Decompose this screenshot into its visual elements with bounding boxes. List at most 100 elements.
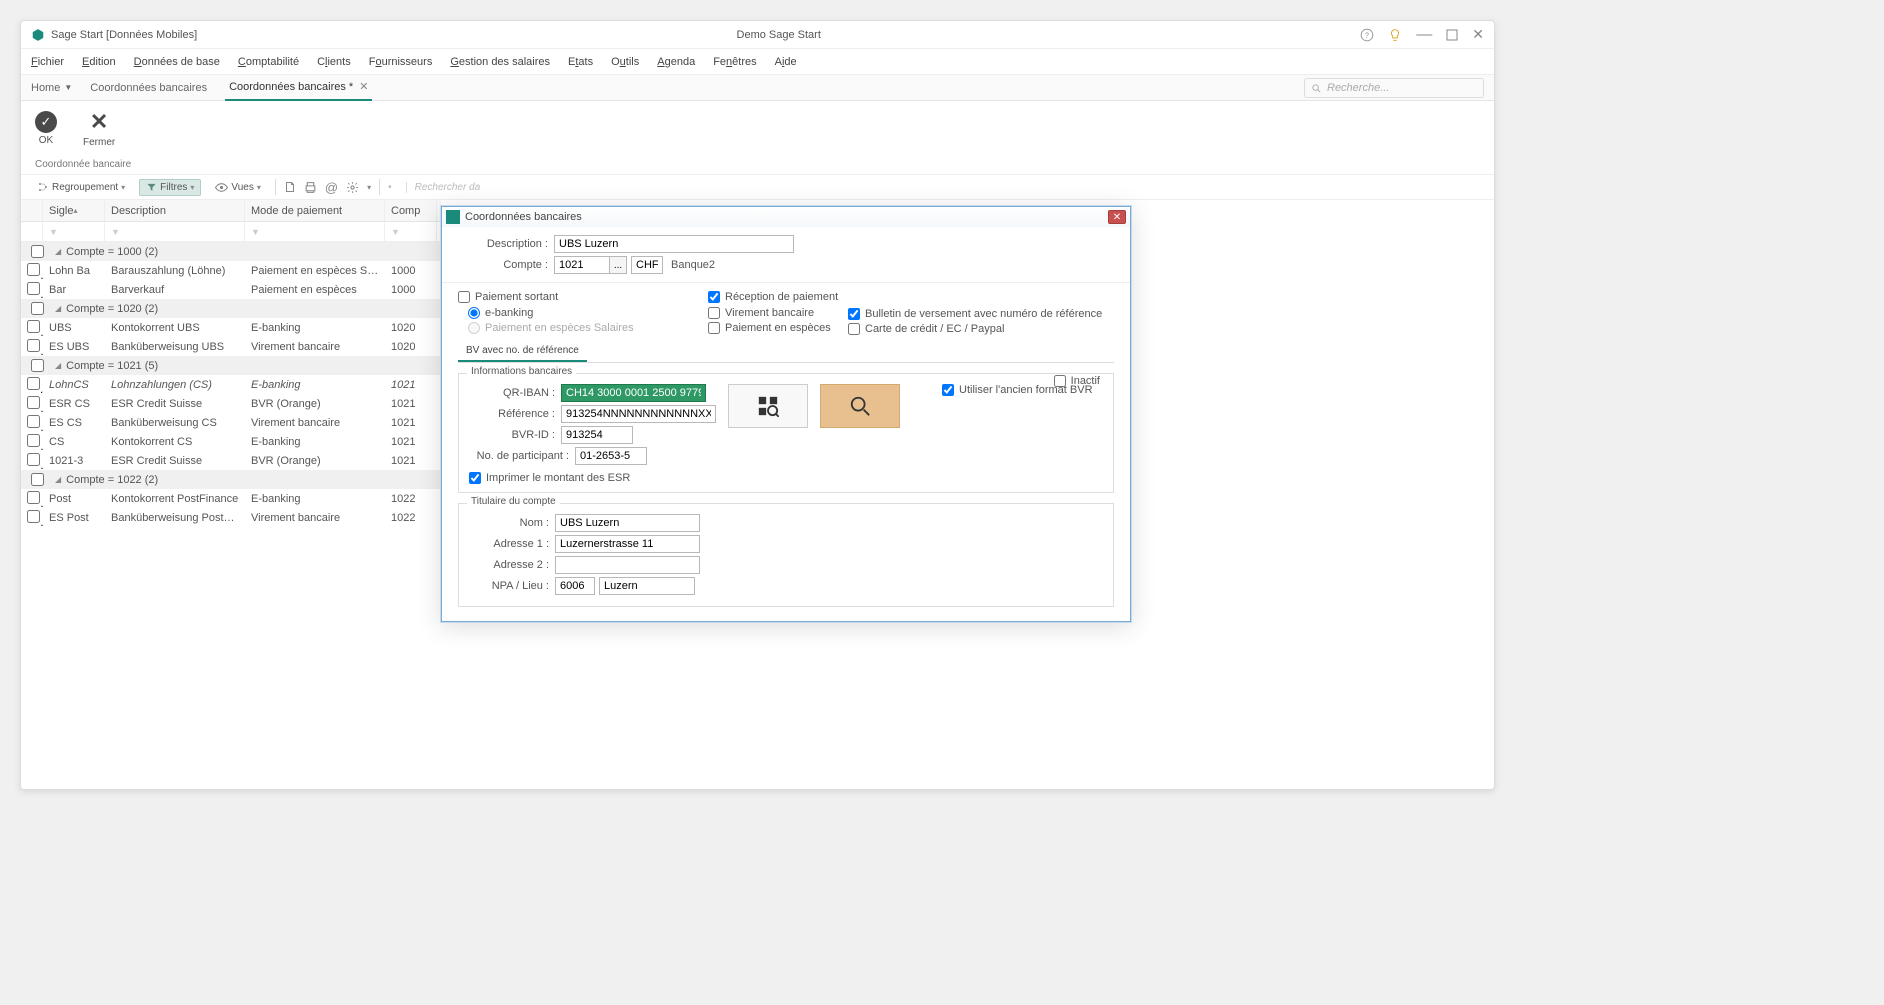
adresse2-input[interactable]	[555, 556, 700, 574]
minimize-button[interactable]: —	[1416, 26, 1432, 44]
reception-paiement-check[interactable]: Réception de paiement	[708, 291, 848, 303]
bank-details-dialog: Coordonnées bancaires ✕ Description : Co…	[441, 206, 1131, 622]
participant-label: No. de participant :	[469, 450, 569, 462]
menu-fournisseurs[interactable]: Fournisseurs	[369, 56, 433, 68]
data-grid: Sigle ▴ Description Mode de paiement Com…	[21, 200, 441, 527]
help-icon[interactable]: ?	[1360, 28, 1374, 42]
qr-slip-preview[interactable]	[728, 384, 808, 428]
table-row[interactable]: BarBarverkaufPaiement en espèces1000	[21, 280, 441, 299]
table-row[interactable]: CSKontokorrent CSE-banking1021	[21, 432, 441, 451]
tab-coord-bank[interactable]: Coordonnées bancaires	[86, 76, 211, 100]
titulaire-legend: Titulaire du compte	[467, 496, 560, 507]
tab-coord-bank-edit[interactable]: Coordonnées bancaires * ✕	[225, 74, 372, 101]
paiement-especes-check[interactable]: Paiement en espèces	[708, 322, 848, 334]
compte-lookup-button[interactable]: ...	[609, 256, 627, 274]
tab-close-icon[interactable]: ✕	[359, 80, 368, 93]
filter-icon[interactable]: ▼	[111, 227, 120, 237]
search-placeholder: Recherche...	[1327, 82, 1389, 94]
app-title: Sage Start [Données Mobiles]	[51, 29, 197, 41]
bulb-icon[interactable]	[1388, 28, 1402, 42]
reference-label: Référence :	[469, 408, 555, 420]
dialog-close-button[interactable]: ✕	[1108, 210, 1126, 224]
menu-aide[interactable]: Aide	[775, 56, 797, 68]
carte-credit-check[interactable]: Carte de crédit / EC / Paypal	[848, 323, 1102, 335]
subtab-bv-ref[interactable]: BV avec no. de référence	[458, 341, 587, 362]
col-mode[interactable]: Mode de paiement	[245, 200, 385, 221]
filter-icon[interactable]: ▼	[251, 227, 260, 237]
group-row[interactable]: ◢ Compte = 1000 (2)	[21, 242, 441, 261]
titulaire-section: Titulaire du compte Nom : Adresse 1 : Ad…	[458, 503, 1114, 607]
menu-etats[interactable]: Etats	[568, 56, 593, 68]
menu-edition[interactable]: Edition	[82, 56, 116, 68]
filter-icon[interactable]: ▼	[391, 227, 400, 237]
orange-slip-preview[interactable]	[820, 384, 900, 428]
paiement-sortant-check[interactable]: Paiement sortant	[458, 291, 708, 303]
filter-button[interactable]: Filtres▾	[139, 179, 201, 196]
bulletin-ref-check[interactable]: Bulletin de versement avec numéro de réf…	[848, 308, 1102, 320]
table-row[interactable]: ES UBSBanküberweisung UBSVirement bancai…	[21, 337, 441, 356]
table-row[interactable]: Lohn BaBarauszahlung (Löhne)Paiement en …	[21, 261, 441, 280]
global-search[interactable]: Recherche...	[1304, 78, 1484, 98]
table-row[interactable]: ES PostBanküberweisung PostFinanceVireme…	[21, 508, 441, 527]
group-row[interactable]: ◢ Compte = 1022 (2)	[21, 470, 441, 489]
menu-comptabilite[interactable]: Comptabilité	[238, 56, 299, 68]
svg-text:?: ?	[1365, 32, 1369, 39]
maximize-button[interactable]	[1446, 29, 1458, 41]
dialog-icon	[446, 210, 460, 224]
table-row[interactable]: ES CSBanküberweisung CSVirement bancaire…	[21, 413, 441, 432]
adresse1-input[interactable]	[555, 535, 700, 553]
imprimer-esr-check[interactable]: Imprimer le montant des ESR	[469, 472, 1103, 484]
menu-agenda[interactable]: Agenda	[657, 56, 695, 68]
action-bar: ✓ OK ✕ Fermer	[21, 101, 1494, 155]
window-controls: ? — ✕	[1360, 26, 1484, 44]
ancien-bvr-check[interactable]: Utiliser l'ancien format BVR	[942, 384, 1103, 396]
gear-icon[interactable]	[346, 181, 359, 194]
lieu-input[interactable]	[599, 577, 695, 595]
npa-input[interactable]	[555, 577, 595, 595]
close-button[interactable]: ✕	[1472, 26, 1484, 43]
menu-outils[interactable]: Outils	[611, 56, 639, 68]
close-action-button[interactable]: ✕ Fermer	[83, 109, 115, 148]
col-compte[interactable]: Comp	[385, 200, 437, 221]
table-row[interactable]: PostKontokorrent PostFinanceE-banking102…	[21, 489, 441, 508]
ebanking-radio[interactable]: e-banking	[468, 307, 708, 319]
at-icon[interactable]: @	[325, 180, 338, 195]
bvr-id-input[interactable]	[561, 426, 633, 444]
regroup-button[interactable]: Regroupement▾	[31, 179, 131, 195]
dialog-titlebar: Coordonnées bancaires ✕	[442, 207, 1130, 227]
description-input[interactable]	[554, 235, 794, 253]
currency-input[interactable]	[631, 256, 663, 274]
info-bancaires-section: Informations bancaires QR-IBAN : Référen…	[458, 373, 1114, 493]
group-row[interactable]: ◢ Compte = 1020 (2)	[21, 299, 441, 318]
table-row[interactable]: 1021-3ESR Credit SuisseBVR (Orange)1021	[21, 451, 441, 470]
qr-iban-input[interactable]	[561, 384, 706, 402]
app-window: Sage Start [Données Mobiles] Demo Sage S…	[20, 20, 1495, 790]
compte-input[interactable]	[554, 256, 610, 274]
toolbar-search[interactable]: Rechercher da	[406, 182, 486, 193]
ok-button[interactable]: ✓ OK	[35, 111, 57, 146]
menu-clients[interactable]: Clients	[317, 56, 351, 68]
group-row[interactable]: ◢ Compte = 1021 (5)	[21, 356, 441, 375]
menu-fenetres[interactable]: Fenêtres	[713, 56, 756, 68]
nom-input[interactable]	[555, 514, 700, 532]
menu-fichier[interactable]: Fichier	[31, 56, 64, 68]
nom-label: Nom :	[469, 517, 549, 529]
reference-input[interactable]	[561, 405, 716, 423]
col-sigle[interactable]: Sigle ▴	[43, 200, 105, 221]
table-row[interactable]: ESR CSESR Credit SuisseBVR (Orange)1021	[21, 394, 441, 413]
print-icon[interactable]	[304, 181, 317, 194]
table-row[interactable]: UBSKontokorrent UBSE-banking1020	[21, 318, 441, 337]
participant-input[interactable]	[575, 447, 647, 465]
export-icon[interactable]	[284, 181, 296, 193]
breadcrumb: Coordonnée bancaire	[21, 155, 1494, 174]
table-row[interactable]: LohnCSLohnzahlungen (CS)E-banking1021	[21, 375, 441, 394]
views-button[interactable]: Vues▾	[209, 180, 266, 195]
menu-donnees[interactable]: Données de base	[134, 56, 220, 68]
menu-salaires[interactable]: Gestion des salaires	[450, 56, 550, 68]
paiement-especes-sal-radio: Paiement en espèces Salaires	[468, 322, 708, 334]
compte-name: Banque2	[671, 259, 715, 271]
virement-bancaire-check[interactable]: Virement bancaire	[708, 307, 848, 319]
col-description[interactable]: Description	[105, 200, 245, 221]
filter-icon[interactable]: ▼	[49, 227, 58, 237]
home-tab[interactable]: Home ▼	[31, 82, 72, 94]
